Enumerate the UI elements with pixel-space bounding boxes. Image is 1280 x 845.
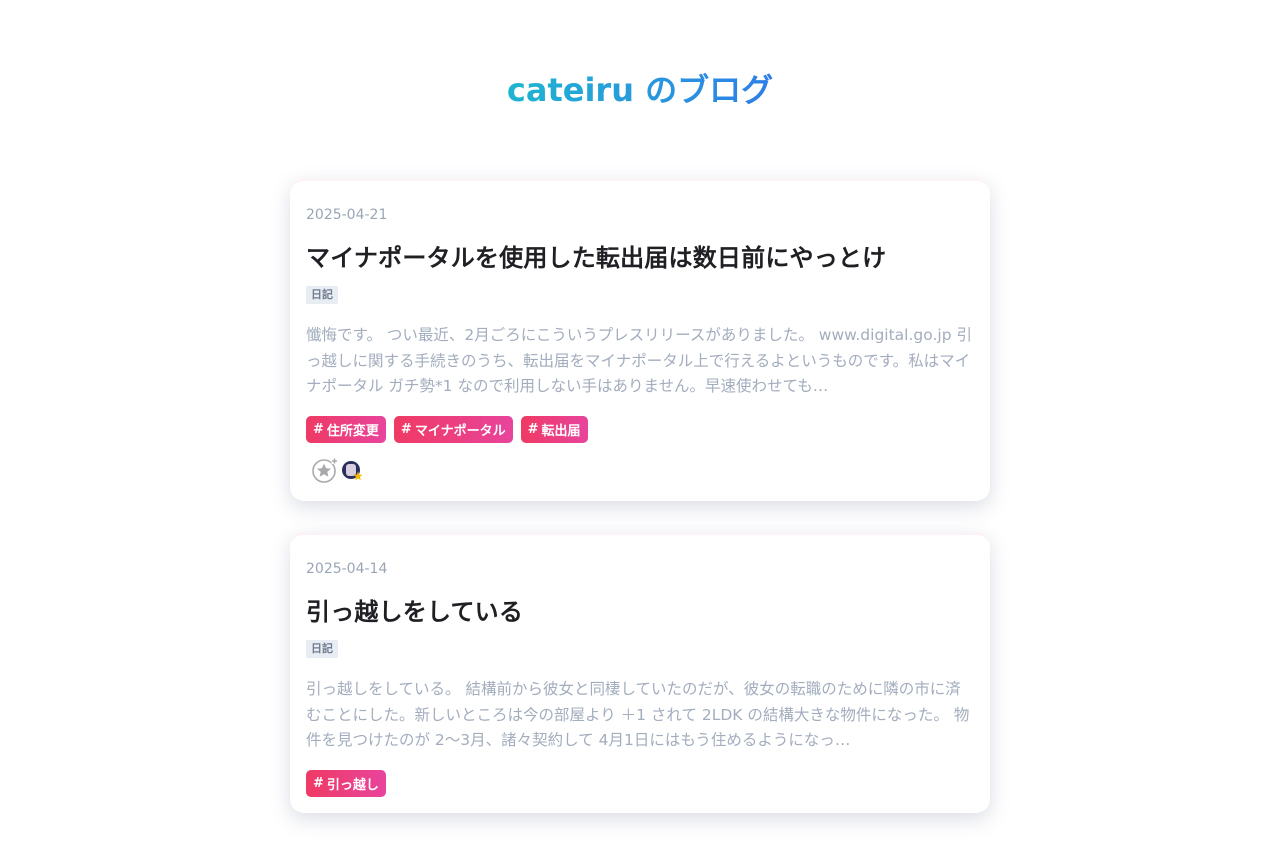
hash-icon: # — [400, 422, 412, 437]
post-card[interactable]: 2025-04-14 引っ越しをしている 日記 引っ越しをしている。 結構前から… — [290, 533, 990, 813]
post-date: 2025-04-14 — [306, 561, 388, 577]
post-tags: # 引っ越し — [306, 770, 974, 797]
tag-link[interactable]: # 住所変更 — [306, 416, 386, 443]
tag-link[interactable]: # 引っ越し — [306, 770, 386, 797]
tag-link[interactable]: # マイナポータル — [393, 416, 513, 443]
post-feed: 2025-04-21 マイナポータルを使用した転出届は数日前にやっとけ 日記 懺… — [290, 179, 990, 845]
user-avatar[interactable] — [342, 461, 363, 481]
tag-label: 引っ越し — [326, 778, 379, 793]
tag-label: 転出届 — [541, 424, 581, 439]
star-icon — [353, 471, 363, 481]
post-title[interactable]: マイナポータルを使用した転出届は数日前にやっとけ — [306, 241, 974, 275]
tag-link[interactable]: # 転出届 — [520, 416, 588, 443]
post-excerpt: 引っ越しをしている。 結構前から彼女と同棲していたのだが、彼女の転職のために隣の… — [306, 680, 970, 749]
tag-label: マイナポータル — [414, 424, 506, 439]
post-title[interactable]: 引っ越しをしている — [306, 595, 974, 629]
hash-icon: # — [313, 422, 324, 437]
tag-label: 住所変更 — [326, 424, 379, 439]
site-title[interactable]: cateiru のブログ — [0, 66, 1280, 114]
add-star-icon[interactable] — [312, 457, 338, 483]
post-card[interactable]: 2025-04-21 マイナポータルを使用した転出届は数日前にやっとけ 日記 懺… — [290, 179, 990, 501]
post-category[interactable]: 日記 — [306, 286, 338, 304]
star-reactions — [306, 455, 974, 485]
hash-icon: # — [313, 776, 324, 791]
post-category[interactable]: 日記 — [306, 640, 338, 658]
site-title-text[interactable]: cateiru のブログ — [507, 71, 773, 109]
post-excerpt: 懺悔です。 つい最近、2月ごろにこういうプレスリリースがありました。 www.d… — [306, 326, 972, 395]
hash-icon: # — [527, 422, 539, 437]
post-date: 2025-04-21 — [306, 207, 388, 223]
post-tags: # 住所変更 # マイナポータル # 転出届 — [306, 416, 974, 443]
